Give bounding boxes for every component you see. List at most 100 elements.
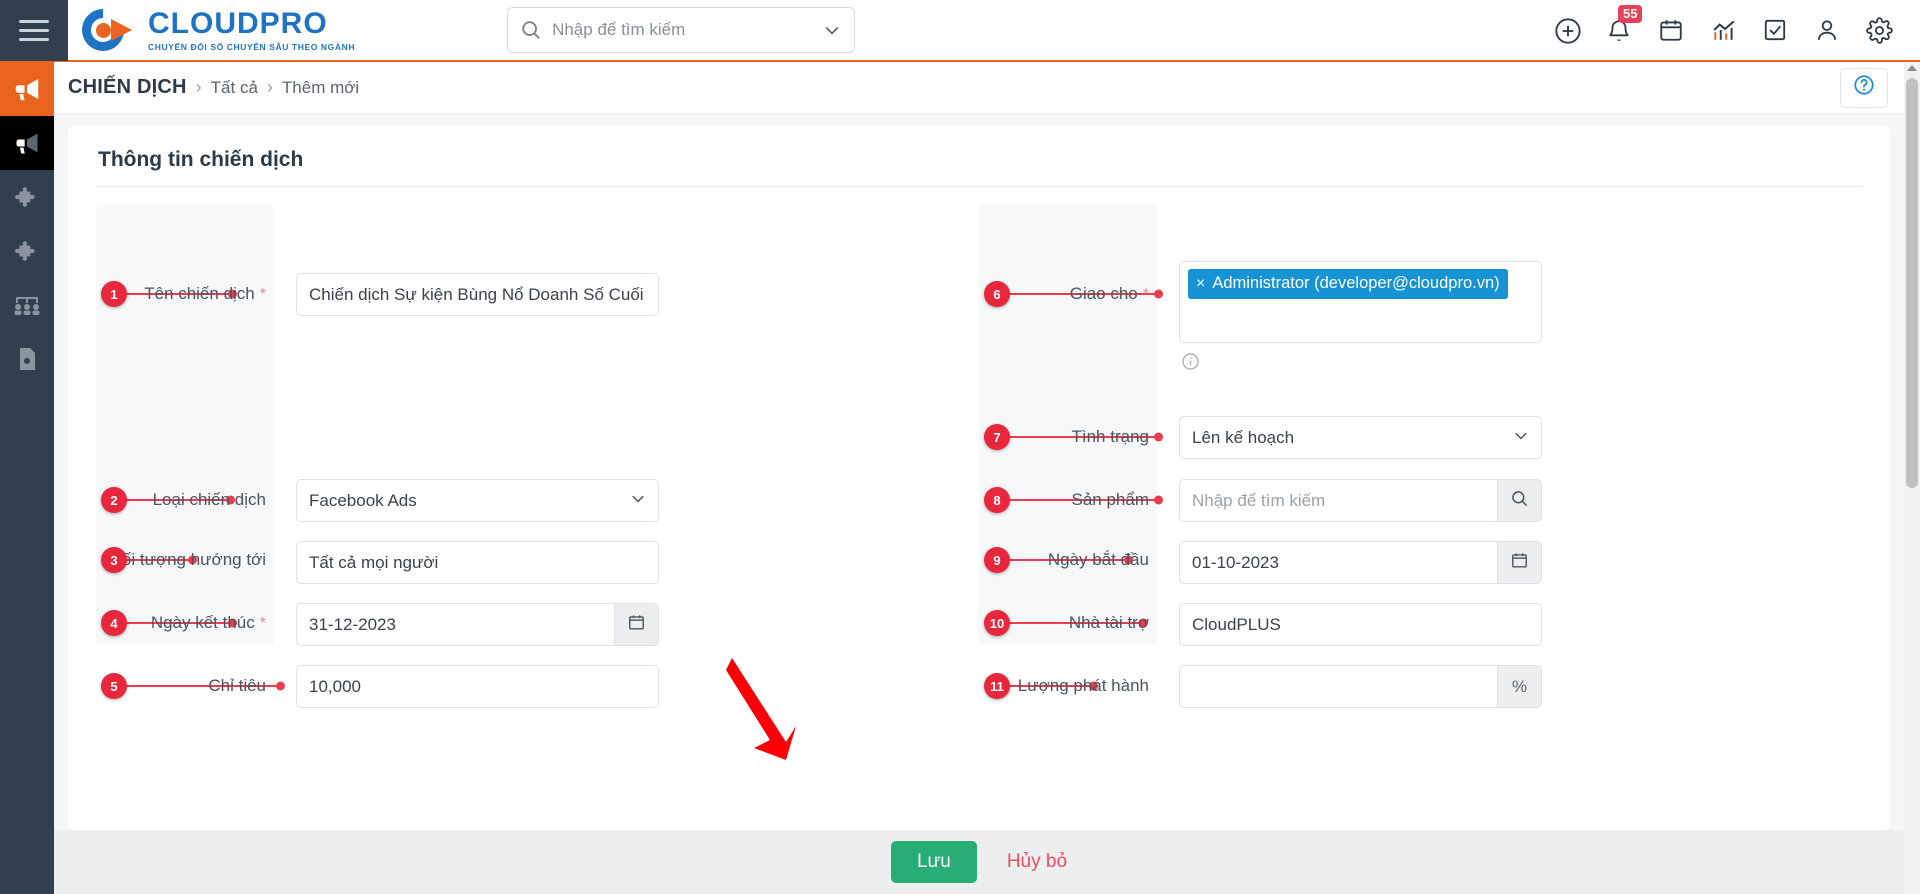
field-label-luong-phat-hanh: Lượng phát hành [1017, 676, 1149, 695]
field-san-pham [1179, 479, 1542, 522]
calendar-picker-button[interactable] [615, 603, 659, 646]
task-icon[interactable] [1762, 17, 1788, 43]
status-select[interactable] [1179, 416, 1542, 459]
breadcrumb-separator: › [266, 77, 273, 97]
left-sidebar [0, 62, 54, 894]
annotation-number: 4 [101, 610, 127, 636]
breadcrumb-item-new[interactable]: Thêm mới [282, 78, 359, 98]
chevron-down-icon[interactable] [822, 20, 842, 40]
annotation-number: 8 [984, 487, 1010, 513]
breadcrumb-item-all[interactable]: Tất cả [211, 78, 258, 98]
campaign-form-card: Thông tin chiến dịch 1 Tên chiến dịch* [68, 126, 1890, 830]
scrollbar-thumb[interactable] [1906, 78, 1918, 488]
puzzle-icon [14, 238, 40, 264]
target-audience-input[interactable] [296, 541, 659, 584]
end-date-input[interactable] [296, 603, 615, 646]
campaign-name-input[interactable] [296, 273, 659, 316]
user-icon[interactable] [1814, 17, 1840, 43]
annotation-number: 2 [101, 487, 127, 513]
app-logo[interactable]: CLOUDPRO CHUYỂN ĐỔI SỐ CHUYÊN SÂU THEO N… [73, 0, 356, 60]
issue-amount-input[interactable] [1179, 665, 1498, 708]
assignee-tag[interactable]: × Administrator (developer@cloudpro.vn) [1188, 269, 1508, 299]
campaign-type-select[interactable] [296, 479, 659, 522]
annotation-2: 2 Loại chiến dịch [96, 485, 274, 515]
top-bar: CLOUDPRO CHUYỂN ĐỔI SỐ CHUYÊN SÂU THEO N… [0, 0, 1920, 62]
annotation-number: 10 [984, 610, 1010, 636]
sidebar-item-document[interactable] [0, 332, 54, 386]
page-body: Thông tin chiến dịch 1 Tên chiến dịch* [54, 114, 1904, 830]
percent-suffix: % [1498, 665, 1542, 708]
start-date-input[interactable] [1179, 541, 1498, 584]
question-circle-icon [1853, 74, 1875, 101]
team-icon [13, 292, 41, 318]
annotation-7: 7 Tình trạng [979, 422, 1163, 452]
field-luong-phat-hanh: % [1179, 665, 1542, 708]
sidebar-item-campaign-sub[interactable] [0, 116, 54, 170]
product-search-input[interactable] [1179, 479, 1498, 522]
sidebar-item-campaign[interactable] [0, 62, 54, 116]
info-circle-icon[interactable] [1181, 352, 1200, 376]
form-column-right: 6 Giao cho * 7 Tình trạng 8 Sản phẩm 9 N… [979, 205, 1862, 708]
field-ngay-bat-dau [1179, 541, 1542, 584]
close-icon[interactable]: × [1196, 272, 1205, 295]
search-input[interactable] [552, 20, 823, 40]
field-tinh-trang [1179, 416, 1542, 459]
megaphone-icon [13, 129, 41, 157]
field-nha-tai-tro [1179, 603, 1542, 646]
breadcrumb: CHIẾN DỊCH › Tất cả › Thêm mới [54, 62, 1904, 114]
cancel-button[interactable]: Hủy bỏ [1007, 851, 1067, 873]
field-label-doi-tuong: Đối tượng hướng tới [109, 550, 266, 569]
sidebar-item-team[interactable] [0, 278, 54, 332]
product-search-button[interactable] [1498, 479, 1542, 522]
calendar-icon[interactable] [1658, 17, 1684, 43]
field-ngay-ket-thuc [296, 603, 659, 646]
annotation-5: 5 Chỉ tiêu [96, 671, 285, 701]
notification-badge: 55 [1618, 5, 1643, 23]
breadcrumb-separator: › [195, 77, 202, 97]
page-scrollbar[interactable] [1904, 62, 1920, 894]
label-gutter-right: 6 Giao cho * 7 Tình trạng 8 Sản phẩm 9 N… [979, 205, 1163, 699]
sponsor-input[interactable] [1179, 603, 1542, 646]
label-gutter-left: 1 Tên chiến dịch * 2 Loại chiến dịch 3 Đ… [96, 205, 285, 699]
add-icon[interactable] [1554, 17, 1581, 44]
logo-tagline: CHUYỂN ĐỔI SỐ CHUYÊN SÂU THEO NGÀNH [148, 41, 356, 52]
menu-toggle-button[interactable] [0, 0, 68, 61]
global-search[interactable] [507, 7, 856, 53]
calendar-icon [627, 613, 646, 637]
field-chi-tieu [296, 665, 659, 708]
field-label-ten-chien-dich: Tên chiến dịch * [144, 284, 266, 303]
sidebar-item-module-1[interactable] [0, 170, 54, 224]
page-title: CHIẾN DỊCH [68, 76, 187, 98]
scroll-up-icon[interactable] [1907, 65, 1917, 71]
field-label-san-pham: Sản phẩm [1071, 490, 1150, 509]
analytics-icon[interactable] [1710, 17, 1736, 43]
field-label-nha-tai-tro: Nhà tài trợ [1068, 613, 1149, 632]
logo-name: CLOUDPRO [148, 6, 328, 40]
gear-icon[interactable] [1866, 17, 1893, 44]
annotation-number: 7 [984, 424, 1010, 450]
annotation-number: 3 [101, 547, 127, 573]
annotation-number: 6 [984, 281, 1010, 307]
save-button[interactable]: Lưu [890, 841, 977, 883]
document-icon [15, 346, 39, 372]
search-icon [1510, 489, 1529, 513]
annotation-number: 11 [984, 673, 1010, 699]
calendar-picker-button[interactable] [1498, 541, 1542, 584]
help-button[interactable] [1840, 67, 1888, 108]
annotation-4: 4 Ngày kết thúc * [96, 608, 274, 638]
field-label-loai-chien-dich: Loại chiến dịch [152, 490, 266, 509]
annotation-3: 3 Đối tượng hướng tới [96, 545, 274, 575]
target-value-input[interactable] [296, 665, 659, 708]
field-label-chi-tieu: Chỉ tiêu [208, 676, 266, 695]
annotation-10: 10 Nhà tài trợ [979, 608, 1157, 638]
bell-icon[interactable]: 55 [1606, 5, 1643, 43]
annotation-number: 1 [101, 281, 127, 307]
field-gutter-right: × Administrator (developer@cloudpro.vn) [1157, 205, 1862, 708]
sidebar-item-module-2[interactable] [0, 224, 54, 278]
field-doi-tuong [296, 541, 659, 584]
annotation-8: 8 Sản phẩm [979, 485, 1163, 515]
cloudpro-logo-icon [73, 0, 138, 60]
megaphone-icon [12, 74, 42, 104]
form-actions: Lưu Hủy bỏ [54, 830, 1904, 894]
assignee-tag-input[interactable]: × Administrator (developer@cloudpro.vn) [1179, 261, 1542, 343]
